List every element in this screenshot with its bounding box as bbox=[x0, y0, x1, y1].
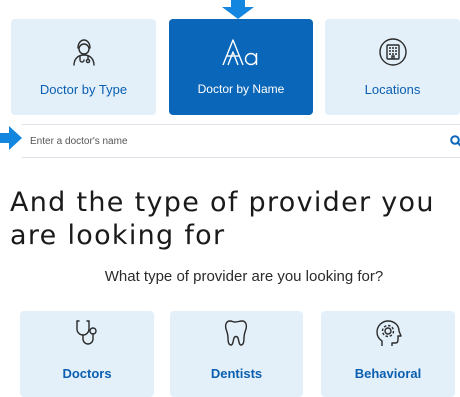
doctor-name-input[interactable] bbox=[30, 129, 430, 153]
tooth-icon bbox=[223, 318, 251, 353]
provider-type-label: Behavioral bbox=[354, 366, 422, 381]
doctor-name-search bbox=[22, 124, 460, 158]
stethoscope-icon bbox=[73, 318, 101, 353]
tab-label: Doctor by Type bbox=[39, 82, 128, 97]
tab-label: Locations bbox=[364, 82, 421, 97]
provider-type-doctors[interactable]: Doctors bbox=[20, 311, 154, 397]
section-heading: And the type of provider you are looking… bbox=[10, 187, 435, 251]
tab-locations[interactable]: Locations bbox=[325, 19, 460, 115]
provider-type-dentists[interactable]: Dentists bbox=[170, 311, 303, 397]
provider-type-label: Dentists bbox=[210, 366, 263, 381]
tab-doctor-by-type[interactable]: Doctor by Type bbox=[11, 19, 156, 115]
provider-type-question: What type of provider are you looking fo… bbox=[104, 268, 384, 285]
tab-label: Doctor by Name bbox=[197, 82, 285, 96]
search-icon[interactable] bbox=[450, 134, 460, 152]
doctor-icon bbox=[69, 37, 99, 72]
pointer-arrow-right-icon bbox=[0, 126, 22, 150]
provider-type-label: Doctors bbox=[62, 366, 112, 381]
head-gear-icon bbox=[373, 318, 403, 353]
provider-type-behavioral[interactable]: Behavioral bbox=[321, 311, 455, 397]
building-icon bbox=[378, 37, 408, 72]
tab-doctor-by-name[interactable]: Doctor by Name bbox=[169, 19, 313, 115]
text-aa-icon bbox=[221, 37, 261, 74]
